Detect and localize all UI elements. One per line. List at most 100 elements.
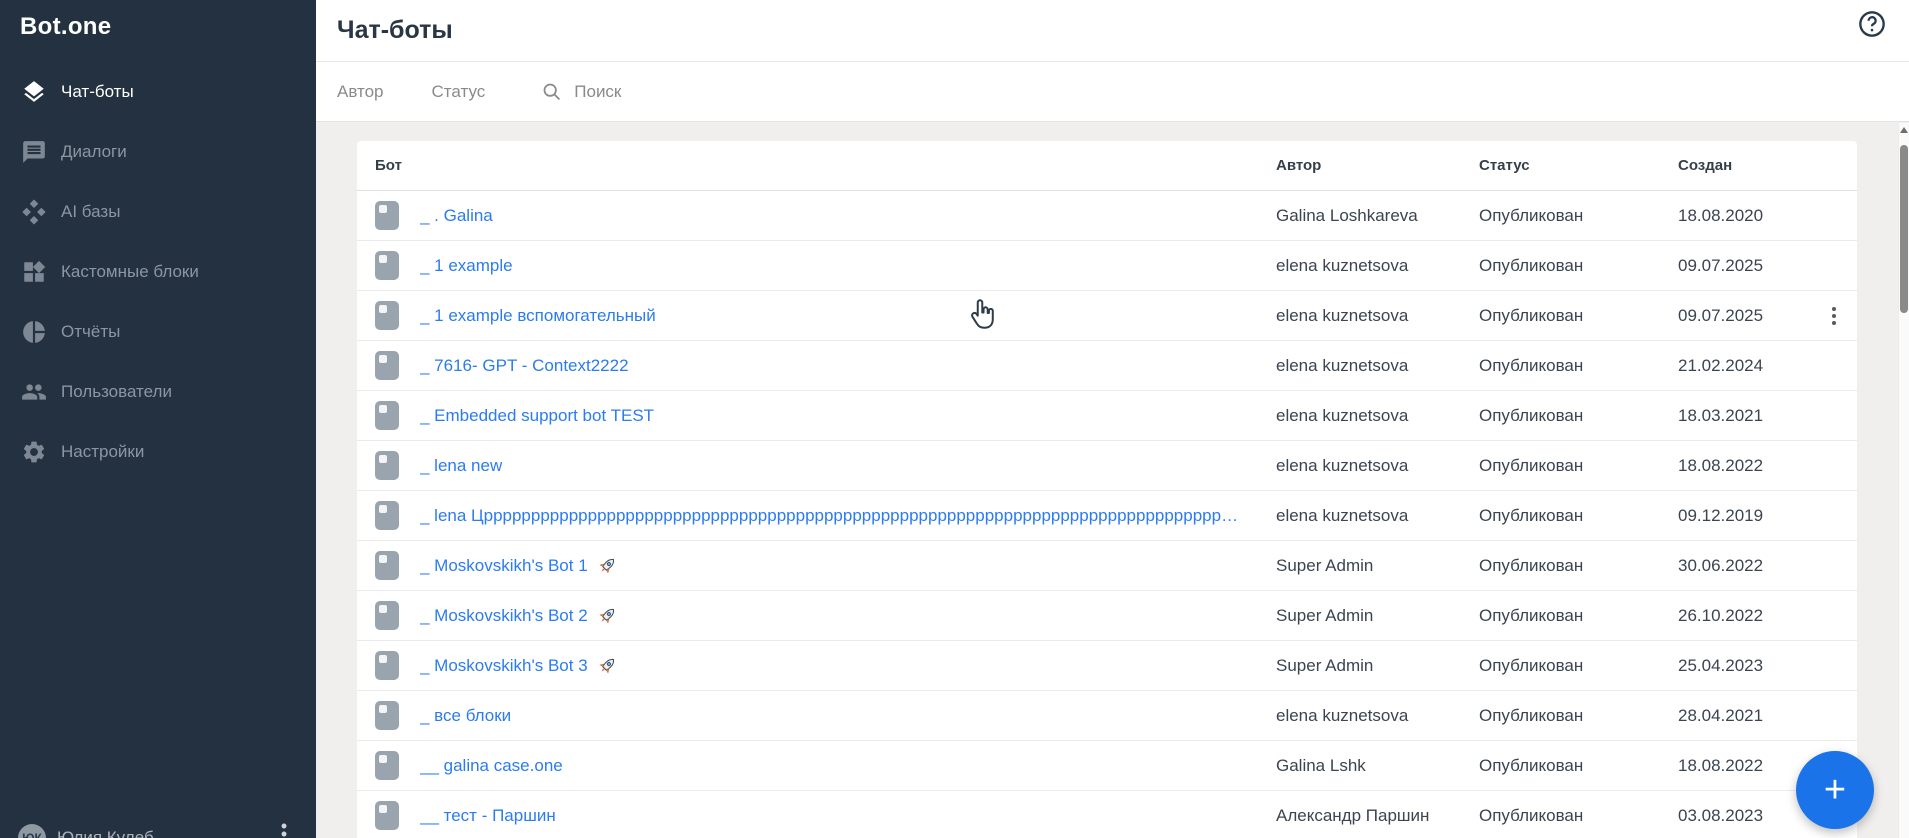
sidebar-item-ai-bases[interactable]: AI базы	[0, 182, 316, 242]
column-header-bot[interactable]: Бот	[375, 157, 1276, 174]
bot-status: Опубликован	[1479, 405, 1584, 425]
bot-avatar-icon	[375, 801, 399, 830]
add-bot-button[interactable]: +	[1796, 751, 1874, 829]
bot-avatar-icon	[375, 601, 399, 630]
layers-icon	[21, 79, 47, 105]
table-row: _ lena new elena kuznetsova Опубликован …	[357, 441, 1857, 491]
sidebar-item-reports[interactable]: Отчёты	[0, 302, 316, 362]
bot-created-date: 18.08.2020	[1678, 205, 1764, 225]
user-menu-kebab-icon[interactable]: •••	[278, 817, 290, 838]
bot-avatar-icon	[375, 251, 399, 280]
row-kebab-icon[interactable]	[1825, 305, 1843, 327]
avatar: ЮК	[18, 824, 46, 838]
filter-status-button[interactable]: Статус	[432, 82, 486, 102]
topbar: Чат-боты	[316, 0, 1909, 62]
bot-avatar-icon	[375, 751, 399, 780]
bot-name-link[interactable]: _ Moskovskikh's Bot 1	[420, 556, 588, 576]
scrollbar-thumb[interactable]	[1900, 145, 1908, 313]
bot-status: Опубликован	[1479, 505, 1584, 525]
bot-status: Опубликован	[1479, 555, 1584, 575]
bot-author: Super Admin	[1276, 555, 1374, 575]
bot-created-date: 30.06.2022	[1678, 555, 1764, 575]
column-header-status[interactable]: Статус	[1479, 157, 1678, 174]
bot-status: Опубликован	[1479, 755, 1584, 775]
search-input[interactable]	[574, 81, 795, 102]
table-row: _ 1 example вспомогательный elena kuznet…	[357, 291, 1857, 341]
bot-author: elena kuznetsova	[1276, 455, 1409, 475]
sidebar: Bot.one Чат-боты Диалоги AI базы Кастомн…	[0, 0, 316, 838]
bot-status: Опубликован	[1479, 205, 1584, 225]
bot-name-link[interactable]: _ lena new	[420, 456, 502, 476]
bot-status: Опубликован	[1479, 605, 1584, 625]
table-header-row: Бот Автор Статус Создан	[357, 141, 1857, 191]
bot-name-link[interactable]: _ . Galina	[420, 206, 493, 226]
bot-author: Galina Loshkareva	[1276, 205, 1418, 225]
search-icon	[543, 83, 561, 100]
sidebar-item-label: Чат-боты	[61, 82, 134, 101]
sidebar-item-users[interactable]: Пользователи	[0, 362, 316, 422]
rocket-icon	[599, 558, 614, 574]
table-row: __ тест - Паршин Александр Паршин Опубли…	[357, 791, 1857, 838]
bot-author: Александр Паршин	[1276, 805, 1430, 825]
bot-status: Опубликован	[1479, 255, 1584, 275]
bot-author: elena kuznetsova	[1276, 405, 1409, 425]
sidebar-item-settings[interactable]: Настройки	[0, 422, 316, 482]
bot-status: Опубликован	[1479, 705, 1584, 725]
sidebar-item-chatbots[interactable]: Чат-боты	[0, 62, 316, 122]
table-row: _ lena Црррррррррррррррррррррррррррррррр…	[357, 491, 1857, 541]
bot-author: elena kuznetsova	[1276, 355, 1409, 375]
bot-created-date: 28.04.2021	[1678, 705, 1764, 725]
page-title: Чат-боты	[337, 16, 453, 44]
bot-author: Super Admin	[1276, 605, 1374, 625]
bot-name-link[interactable]: _ все блоки	[420, 706, 511, 726]
bot-created-date: 26.10.2022	[1678, 605, 1764, 625]
table-row: _ . Galina Galina Loshkareva Опубликован…	[357, 191, 1857, 241]
bot-name-link[interactable]: _ 1 example вспомогательный	[420, 306, 656, 326]
diamonds-icon	[21, 199, 47, 225]
filter-author-button[interactable]: Автор	[337, 82, 384, 102]
bot-name-link[interactable]: _ 7616- GPT - Context2222	[420, 356, 629, 376]
gear-icon	[21, 439, 47, 465]
bot-name-link[interactable]: _ 1 example	[420, 256, 513, 276]
sidebar-item-dialogs[interactable]: Диалоги	[0, 122, 316, 182]
help-icon[interactable]	[1858, 10, 1886, 38]
table-row: _ все блоки elena kuznetsova Опубликован…	[357, 691, 1857, 741]
search-box[interactable]	[541, 81, 795, 102]
bot-status: Опубликован	[1479, 455, 1584, 475]
vertical-scrollbar[interactable]	[1898, 123, 1909, 838]
people-icon	[21, 379, 47, 405]
bot-created-date: 09.07.2025	[1678, 305, 1764, 325]
sidebar-user[interactable]: ЮК Юлия Кулеб •••	[0, 817, 316, 838]
bot-name-link[interactable]: _ Moskovskikh's Bot 2	[420, 606, 588, 626]
bot-created-date: 09.07.2025	[1678, 255, 1764, 275]
table-row: _ Moskovskikh's Bot 3 Super Admin Опубли…	[357, 641, 1857, 691]
filter-bar: Автор Статус	[316, 62, 1909, 122]
column-header-created[interactable]: Создан	[1678, 157, 1818, 174]
bot-author: elena kuznetsova	[1276, 255, 1409, 275]
bot-avatar-icon	[375, 301, 399, 330]
bot-created-date: 21.02.2024	[1678, 355, 1764, 375]
bot-created-date: 25.04.2023	[1678, 655, 1764, 675]
bots-table: Бот Автор Статус Создан _ . Galina Galin…	[357, 141, 1857, 838]
bot-avatar-icon	[375, 201, 399, 230]
user-name: Юлия Кулеб	[57, 828, 154, 838]
bot-created-date: 18.03.2021	[1678, 405, 1764, 425]
sidebar-nav: Чат-боты Диалоги AI базы Кастомные блоки…	[0, 62, 316, 482]
scrollbar-up-arrow-icon[interactable]	[1900, 127, 1908, 133]
bot-created-date: 03.08.2023	[1678, 805, 1764, 825]
bot-name-link[interactable]: _ lena Црррррррррррррррррррррррррррррррр…	[420, 506, 1240, 526]
bot-avatar-icon	[375, 701, 399, 730]
bot-avatar-icon	[375, 501, 399, 530]
chat-icon	[21, 139, 47, 165]
column-header-author[interactable]: Автор	[1276, 157, 1479, 174]
bot-avatar-icon	[375, 551, 399, 580]
bot-name-link[interactable]: _ Moskovskikh's Bot 3	[420, 656, 588, 676]
bot-author: Galina Lshk	[1276, 755, 1366, 775]
bot-name-link[interactable]: __ galina case.one	[420, 756, 563, 776]
bot-avatar-icon	[375, 651, 399, 680]
bot-name-link[interactable]: __ тест - Паршин	[420, 806, 556, 826]
table-row: _ Moskovskikh's Bot 1 Super Admin Опубли…	[357, 541, 1857, 591]
bot-name-link[interactable]: _ Embedded support bot TEST	[420, 406, 654, 426]
bot-created-date: 18.08.2022	[1678, 455, 1764, 475]
sidebar-item-custom-blocks[interactable]: Кастомные блоки	[0, 242, 316, 302]
